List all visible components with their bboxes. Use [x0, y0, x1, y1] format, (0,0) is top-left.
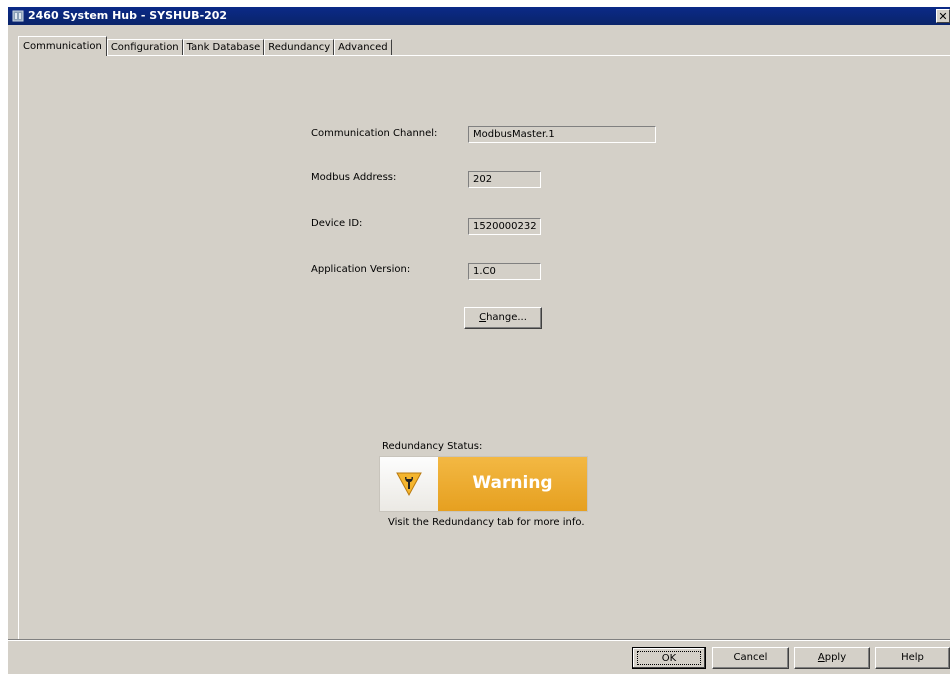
application-version-label: Application Version: [311, 264, 411, 275]
change-button[interactable]: Change... [464, 307, 542, 329]
application-version-field: 1.C0 [468, 263, 541, 280]
modbus-address-label: Modbus Address: [311, 172, 397, 183]
help-button[interactable]: Help [875, 647, 950, 669]
status-value-container: Warning [438, 457, 587, 511]
title-bar[interactable]: 2460 System Hub - SYSHUB-202 ✕ [8, 7, 950, 25]
device-id-field: 1520000232 [468, 218, 541, 235]
modbus-address-field: 202 [468, 171, 541, 188]
tab-tank-database[interactable]: Tank Database [182, 39, 265, 56]
close-icon: ✕ [938, 10, 948, 23]
apply-mnemonic: A [817, 652, 825, 663]
redundancy-status-label: Redundancy Status: [382, 441, 483, 452]
warning-wrench-icon [396, 472, 422, 497]
apply-button[interactable]: Apply [794, 647, 870, 669]
help-label: Help [901, 652, 924, 663]
communication-channel-field: ModbusMaster.1 [468, 126, 656, 143]
communication-channel-label: Communication Channel: [311, 128, 438, 139]
tab-advanced[interactable]: Advanced [334, 39, 392, 56]
tab-strip: Communication Configuration Tank Databas… [18, 36, 392, 56]
redundancy-hint-text: Visit the Redundancy tab for more info. [388, 517, 585, 528]
dialog-window: 2460 System Hub - SYSHUB-202 ✕ Communica… [8, 7, 950, 674]
redundancy-status-value: Warning [472, 473, 553, 493]
cancel-button[interactable]: Cancel [712, 647, 789, 669]
tab-communication[interactable]: Communication [18, 36, 107, 56]
tab-redundancy[interactable]: Redundancy [264, 39, 335, 56]
app-icon [12, 10, 24, 22]
redundancy-status-banner: Warning [379, 456, 588, 512]
window-title: 2460 System Hub - SYSHUB-202 [28, 9, 228, 22]
change-mnemonic: C [479, 312, 487, 323]
change-label: hange... [486, 312, 527, 323]
footer-separator [8, 639, 950, 641]
device-id-label: Device ID: [311, 218, 363, 229]
apply-label: pply [824, 652, 847, 663]
tab-configuration[interactable]: Configuration [106, 39, 183, 56]
ok-button[interactable]: OK [632, 647, 706, 669]
ok-focus-rect: OK [637, 651, 701, 665]
cancel-label: Cancel [733, 652, 768, 663]
ok-label: OK [661, 653, 677, 664]
status-icon-container [380, 457, 438, 511]
close-button[interactable]: ✕ [936, 9, 950, 23]
